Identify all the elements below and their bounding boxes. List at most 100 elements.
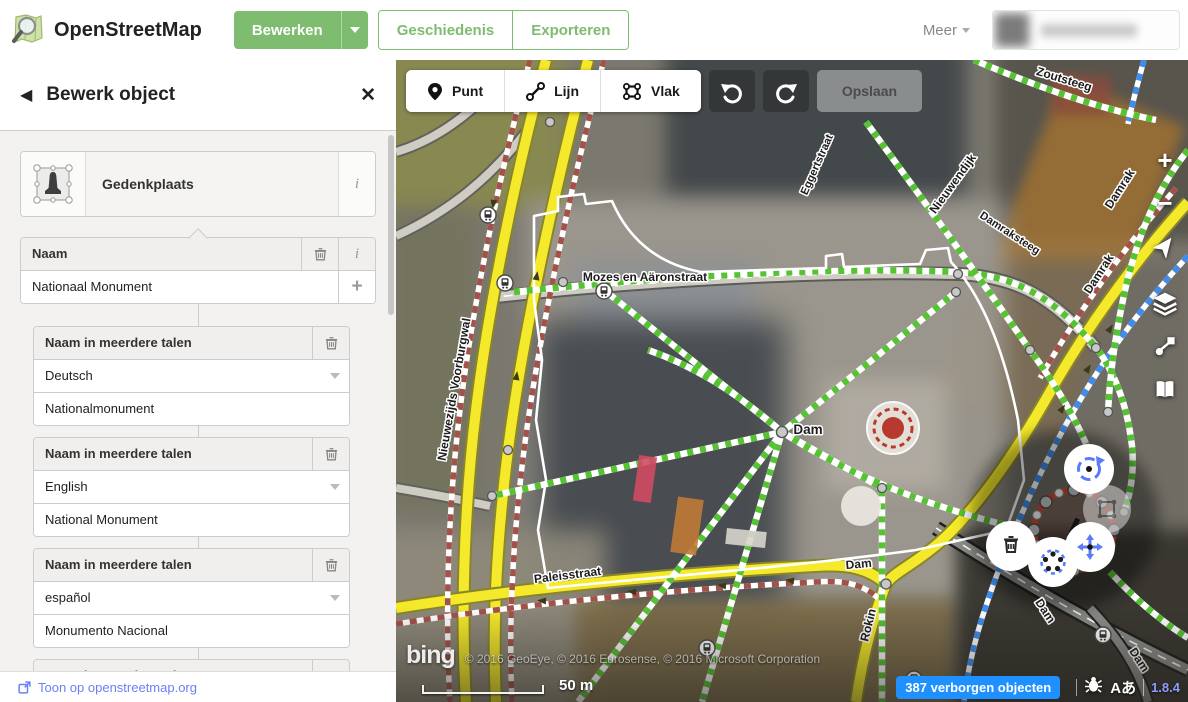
point-icon (428, 82, 442, 100)
divider (1076, 678, 1078, 696)
map-attribution: bing © 2016 GeoEye, © 2016 Eurosense, © … (406, 641, 820, 670)
monument-icon (33, 164, 73, 204)
brand-name: OpenStreetMap (54, 18, 202, 41)
back-icon[interactable]: ◀ (20, 85, 32, 105)
street-label: Damrak (1102, 166, 1138, 211)
chevron-down-icon (349, 27, 360, 33)
language-select[interactable]: English (34, 471, 321, 503)
redo-button[interactable] (762, 70, 809, 112)
multilang-label: Naam in meerdere talen (45, 557, 192, 572)
map-canvas[interactable]: Mozes en Aäronstraat Dam Paleisstraat Dam Ro… (396, 60, 1188, 702)
translation-input[interactable]: Nationalmonument (34, 393, 349, 425)
point-label: Punt (452, 83, 484, 99)
sidebar-scrollbar-thumb[interactable] (388, 135, 394, 315)
history-button[interactable]: Geschiedenis (378, 11, 513, 49)
edit-button[interactable]: Bewerken (233, 11, 341, 49)
close-icon[interactable]: ✕ (360, 84, 376, 107)
field-info-button[interactable]: i (338, 238, 375, 270)
scale-label: 50 m (559, 677, 594, 694)
undo-icon (720, 84, 742, 104)
undo-button[interactable] (708, 70, 755, 112)
map-edit-toolbar: Punt Lijn Vlak Opslaan (406, 70, 923, 112)
card-connector (197, 304, 199, 326)
report-bug-button[interactable] (1084, 676, 1103, 698)
more-menu[interactable]: Meer (923, 22, 970, 39)
language-select[interactable]: Deutsch (34, 360, 321, 392)
draw-area-button[interactable]: Vlak (601, 70, 701, 112)
card-connector (197, 426, 199, 437)
chevron-down-icon[interactable] (321, 582, 349, 614)
bug-icon (1085, 677, 1103, 693)
history-export-group: Geschiedenis Exporteren (377, 10, 630, 50)
sidebar-scroll-area: Gedenkplaats i Naam i Nationaal Monument… (0, 131, 396, 672)
export-button[interactable]: Exporteren (512, 11, 629, 49)
username-blurred (1041, 23, 1137, 37)
area-icon (623, 82, 641, 100)
translation-input[interactable]: National Monument (34, 504, 349, 536)
redo-icon (775, 84, 797, 104)
delete-button[interactable] (986, 521, 1036, 571)
edit-button-group: Bewerken (233, 11, 368, 49)
map-footer: 387 verborgen objecten Aあ 1.8.4 (896, 672, 1188, 702)
radial-edit-menu (969, 430, 1159, 610)
delete-field-button[interactable] (301, 238, 338, 270)
id-editor-app: OpenStreetMap Bewerken Geschiedenis Expo… (0, 0, 1188, 702)
delete-translation-button[interactable] (312, 549, 349, 581)
area-label: Vlak (651, 83, 680, 99)
save-label: Opslaan (841, 83, 898, 99)
save-button-disabled[interactable]: Opslaan (816, 70, 923, 112)
view-on-osm-label: Toon op openstreetmap.org (38, 679, 197, 695)
preset-icon-cell (21, 152, 86, 216)
help-book-icon (1156, 381, 1174, 398)
layers-icon (1153, 292, 1177, 316)
trash-icon (325, 559, 337, 572)
help-button[interactable] (1149, 373, 1181, 405)
translation-input[interactable]: Monumento Nacional (34, 615, 349, 647)
zoom-in-button[interactable]: + (1149, 144, 1181, 176)
edit-dropdown-button[interactable] (340, 11, 368, 49)
plus-icon: + (1157, 145, 1173, 175)
trash-icon (325, 448, 337, 461)
trash-icon (314, 248, 326, 261)
language-select[interactable]: español (34, 582, 321, 614)
preset-card[interactable]: Gedenkplaats i (20, 151, 376, 217)
multilang-card: Naam in meerdere talen español Monumento… (33, 548, 350, 648)
trash-icon (325, 337, 337, 350)
preset-name: Gedenkplaats (102, 176, 194, 192)
draw-line-button[interactable]: Lijn (505, 70, 601, 112)
locate-arrow-icon (1153, 237, 1172, 258)
add-translation-button[interactable]: + (338, 271, 375, 303)
delete-translation-button[interactable] (312, 327, 349, 359)
zoom-out-button[interactable]: − (1149, 187, 1181, 219)
user-menu[interactable] (992, 10, 1180, 50)
background-settings-button[interactable] (1149, 287, 1181, 319)
divider (1143, 678, 1145, 696)
view-on-osm-link[interactable]: Toon op openstreetmap.org (18, 680, 197, 695)
multilang-card: Naam in meerdere talen English National … (33, 437, 350, 537)
multilang-card: Naam in meerdere talen Deutsch Nationalm… (33, 326, 350, 426)
avatar (995, 13, 1029, 47)
map-controls: + − (1147, 144, 1183, 416)
osm-brand[interactable]: OpenStreetMap (0, 12, 216, 48)
osm-logo-icon (12, 14, 43, 43)
name-input[interactable]: Nationaal Monument (21, 271, 338, 303)
map-vector-overlay: Mozes en AäronstraatDamPaleisstraat DamRo… (396, 60, 1188, 702)
map-data-icon (1155, 337, 1175, 356)
sidebar-header: ◀ Bewerk object ✕ (0, 60, 396, 131)
chevron-down-icon[interactable] (321, 360, 349, 392)
locale-button[interactable]: Aあ (1110, 677, 1136, 698)
multilang-label: Naam in meerdere talen (45, 446, 192, 461)
delete-translation-button[interactable] (312, 438, 349, 470)
line-label: Lijn (554, 83, 579, 99)
draw-point-button[interactable]: Punt (406, 70, 506, 112)
hidden-objects-badge[interactable]: 387 verborgen objecten (896, 675, 1061, 699)
external-link-icon (18, 680, 31, 694)
copyright-text: © 2016 GeoEye, © 2016 Eurosense, © 2016 … (464, 652, 821, 666)
sidebar-footer: Toon op openstreetmap.org (0, 671, 396, 702)
preset-info-button[interactable]: i (338, 152, 375, 216)
geolocate-button[interactable] (1149, 230, 1181, 262)
chevron-down-icon[interactable] (321, 471, 349, 503)
map-data-button[interactable] (1149, 330, 1181, 362)
page-title: Bewerk object (46, 84, 176, 105)
scale-bar (422, 685, 544, 694)
